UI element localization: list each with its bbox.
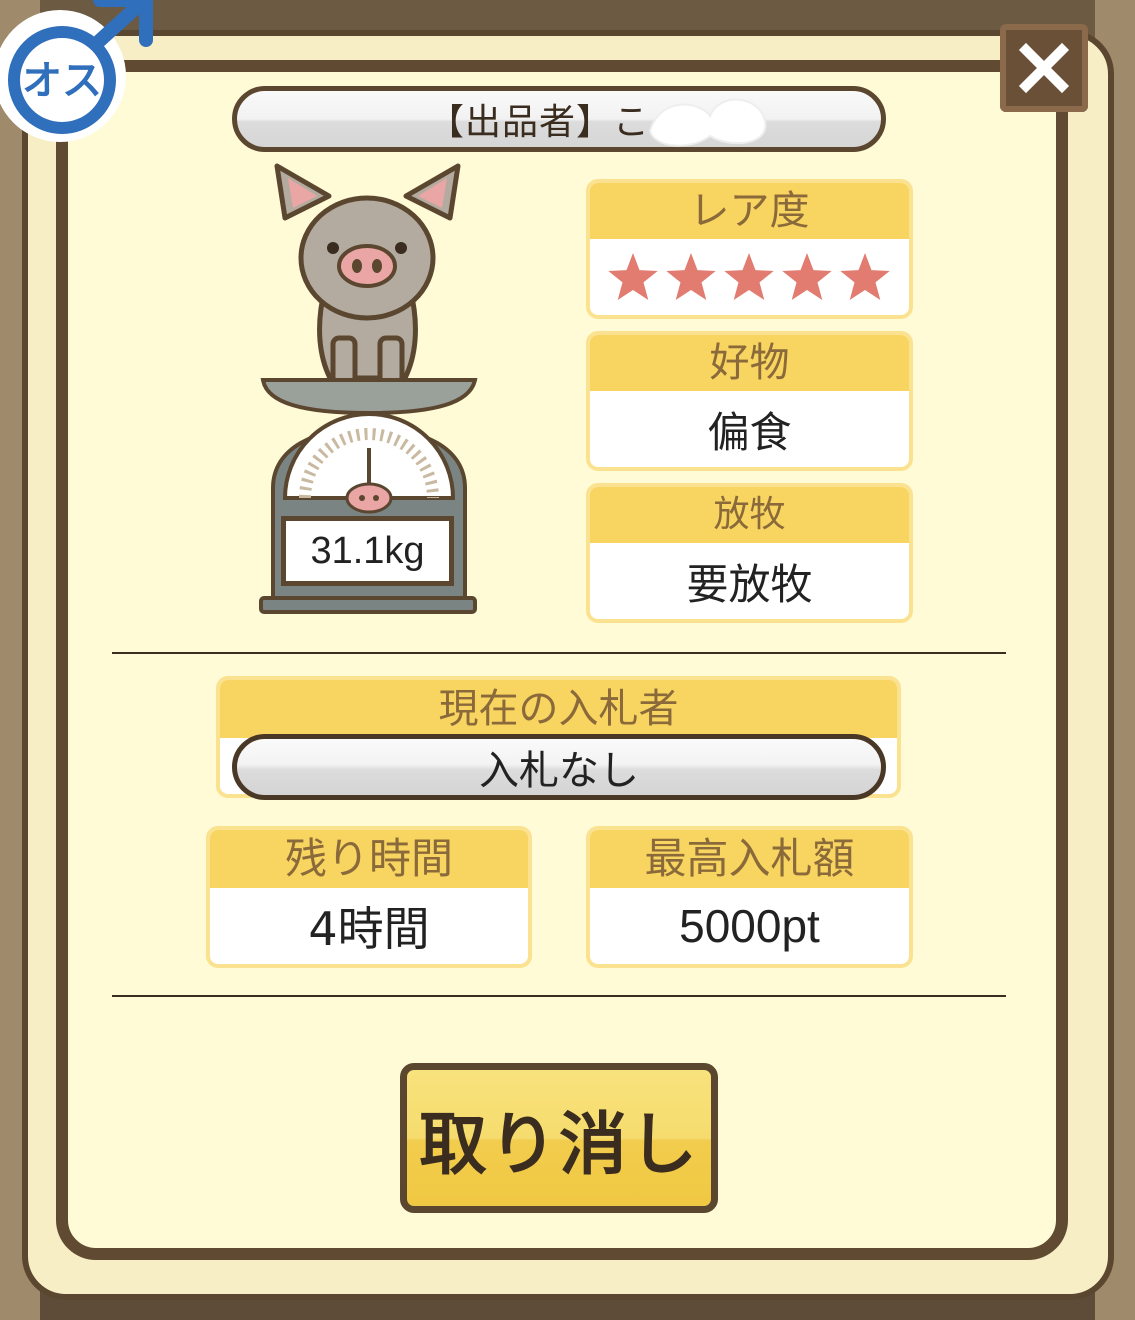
remaining-time-value: 4時間 bbox=[308, 902, 430, 956]
cancel-button-label: 取り消し bbox=[418, 1105, 699, 1185]
redacted-scribble bbox=[648, 98, 767, 147]
max-bid-card: 最高入札額 5000pt bbox=[586, 826, 913, 968]
current-bidder-label: 現在の入札者 bbox=[220, 680, 897, 738]
seller-text: 【出品者】こ bbox=[427, 102, 650, 143]
gender-label: オス bbox=[22, 58, 102, 104]
rarity-label: レア度 bbox=[590, 183, 909, 239]
grazing-card: 放牧 要放牧 bbox=[586, 483, 913, 623]
rarity-card: レア度 bbox=[586, 179, 913, 319]
divider-bottom bbox=[112, 995, 1006, 997]
star-icon bbox=[781, 253, 832, 300]
star-icon bbox=[839, 253, 890, 300]
cancel-bid-button[interactable]: 取り消し bbox=[400, 1063, 718, 1213]
star-icon bbox=[723, 253, 774, 300]
remaining-time-card: 残り時間 4時間 bbox=[206, 826, 532, 968]
star-icon bbox=[607, 253, 658, 300]
seller-name-field: 【出品者】こ bbox=[232, 86, 886, 152]
current-bidder-value: 入札なし bbox=[479, 748, 639, 794]
grazing-label: 放牧 bbox=[590, 487, 909, 543]
current-bidder-field: 入札なし bbox=[232, 734, 886, 800]
weight-display: 31.1kg bbox=[281, 516, 454, 586]
rarity-stars bbox=[590, 239, 909, 315]
divider-top bbox=[112, 652, 1006, 654]
favorite-food-card: 好物 偏食 bbox=[586, 331, 913, 471]
star-rating-icon bbox=[607, 253, 890, 300]
favorite-label: 好物 bbox=[590, 335, 909, 391]
max-bid-value: 5000pt bbox=[679, 900, 820, 952]
grazing-value: 要放牧 bbox=[686, 559, 813, 609]
max-bid-label: 最高入札額 bbox=[590, 830, 909, 888]
male-symbol-icon: オス bbox=[0, 0, 165, 156]
remaining-time-label: 残り時間 bbox=[210, 830, 528, 888]
favorite-value: 偏食 bbox=[707, 407, 792, 457]
star-icon bbox=[665, 253, 716, 300]
close-icon bbox=[1018, 42, 1070, 94]
close-button[interactable] bbox=[1000, 24, 1088, 112]
